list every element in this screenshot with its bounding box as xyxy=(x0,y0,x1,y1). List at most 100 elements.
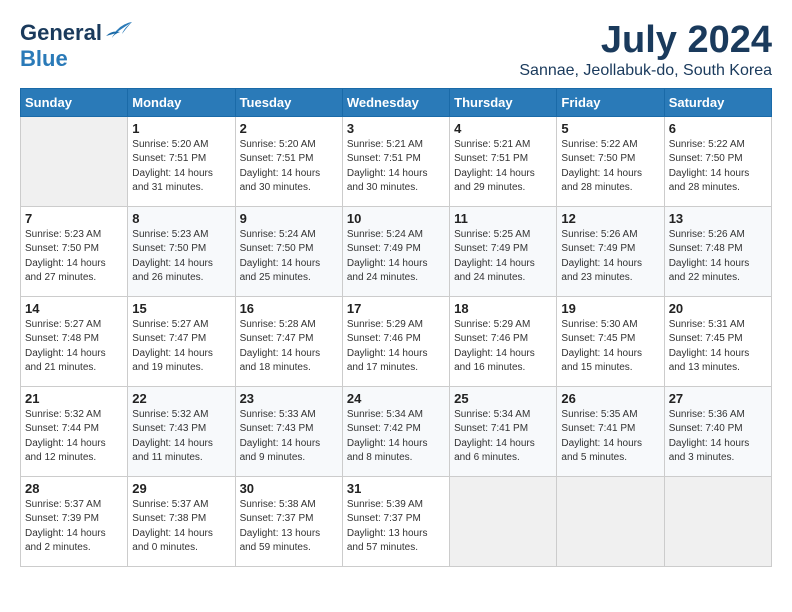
cell-info: Sunrise: 5:26 AMSunset: 7:49 PMDaylight:… xyxy=(561,228,659,286)
cell-info: Sunrise: 5:33 AMSunset: 7:43 PMDaylight:… xyxy=(240,408,338,466)
calendar-cell: 27Sunrise: 5:36 AMSunset: 7:40 PMDayligh… xyxy=(664,386,771,476)
calendar-cell: 12 Sunrise: 5:26 AMSunset: 7:49 PMDayligh… xyxy=(557,206,664,296)
day-number: 26 xyxy=(561,391,659,406)
day-number: 17 xyxy=(347,301,445,316)
cell-info: Sunrise: 5:32 AMSunset: 7:44 PMDaylight:… xyxy=(25,408,123,466)
location-title: Sannae, Jeollabuk-do, South Korea xyxy=(519,62,772,80)
calendar-cell: 18 Sunrise: 5:29 AMSunset: 7:46 PMDayligh… xyxy=(450,296,557,386)
cell-info: Sunrise: 5:27 AMSunset: 7:47 PMDaylight:… xyxy=(132,318,230,376)
cell-info: Sunrise: 5:30 AMSunset: 7:45 PMDaylight:… xyxy=(561,318,659,376)
day-number: 29 xyxy=(132,481,230,496)
calendar-cell: 28Sunrise: 5:37 AMSunset: 7:39 PMDayligh… xyxy=(21,476,128,566)
calendar-cell: 24 Sunrise: 5:34 AMSunset: 7:42 PMDayligh… xyxy=(342,386,449,476)
calendar-cell: 25Sunrise: 5:34 AMSunset: 7:41 PMDayligh… xyxy=(450,386,557,476)
day-number: 15 xyxy=(132,301,230,316)
cell-info: Sunrise: 5:31 AMSunset: 7:45 PMDaylight:… xyxy=(669,318,767,376)
calendar-cell xyxy=(450,476,557,566)
calendar-cell: 22Sunrise: 5:32 AMSunset: 7:43 PMDayligh… xyxy=(128,386,235,476)
calendar-cell: 13Sunrise: 5:26 AMSunset: 7:48 PMDayligh… xyxy=(664,206,771,296)
logo-general: General xyxy=(20,20,102,46)
calendar-cell: 14 Sunrise: 5:27 AMSunset: 7:48 PMDayligh… xyxy=(21,296,128,386)
day-number: 7 xyxy=(25,211,123,226)
weekday-header-thursday: Thursday xyxy=(450,88,557,116)
calendar-cell: 29 Sunrise: 5:37 AMSunset: 7:38 PMDayligh… xyxy=(128,476,235,566)
calendar-cell: 9 Sunrise: 5:24 AMSunset: 7:50 PMDaylight… xyxy=(235,206,342,296)
day-number: 9 xyxy=(240,211,338,226)
day-number: 12 xyxy=(561,211,659,226)
calendar-cell xyxy=(21,116,128,206)
cell-info: Sunrise: 5:20 AMSunset: 7:51 PMDaylight:… xyxy=(240,138,338,196)
calendar-cell: 19 Sunrise: 5:30 AMSunset: 7:45 PMDayligh… xyxy=(557,296,664,386)
title-area: July 2024 Sannae, Jeollabuk-do, South Ko… xyxy=(519,20,772,80)
cell-info: Sunrise: 5:24 AMSunset: 7:49 PMDaylight:… xyxy=(347,228,445,286)
weekday-header-wednesday: Wednesday xyxy=(342,88,449,116)
cell-info: Sunrise: 5:24 AMSunset: 7:50 PMDaylight:… xyxy=(240,228,338,286)
cell-info: Sunrise: 5:27 AMSunset: 7:48 PMDaylight:… xyxy=(25,318,123,376)
weekday-header-monday: Monday xyxy=(128,88,235,116)
calendar-week-row: 28Sunrise: 5:37 AMSunset: 7:39 PMDayligh… xyxy=(21,476,772,566)
calendar-cell: 4 Sunrise: 5:21 AMSunset: 7:51 PMDaylight… xyxy=(450,116,557,206)
calendar-cell: 2 Sunrise: 5:20 AMSunset: 7:51 PMDaylight… xyxy=(235,116,342,206)
calendar-cell: 16Sunrise: 5:28 AMSunset: 7:47 PMDayligh… xyxy=(235,296,342,386)
cell-info: Sunrise: 5:21 AMSunset: 7:51 PMDaylight:… xyxy=(454,138,552,196)
calendar-cell: 15 Sunrise: 5:27 AMSunset: 7:47 PMDayligh… xyxy=(128,296,235,386)
day-number: 23 xyxy=(240,391,338,406)
cell-info: Sunrise: 5:21 AMSunset: 7:51 PMDaylight:… xyxy=(347,138,445,196)
calendar-week-row: 7 Sunrise: 5:23 AMSunset: 7:50 PMDaylight… xyxy=(21,206,772,296)
calendar-cell: 8 Sunrise: 5:23 AMSunset: 7:50 PMDaylight… xyxy=(128,206,235,296)
day-number: 30 xyxy=(240,481,338,496)
day-number: 24 xyxy=(347,391,445,406)
day-number: 10 xyxy=(347,211,445,226)
cell-info: Sunrise: 5:34 AMSunset: 7:41 PMDaylight:… xyxy=(454,408,552,466)
calendar-cell xyxy=(664,476,771,566)
calendar-table: SundayMondayTuesdayWednesdayThursdayFrid… xyxy=(20,88,772,567)
calendar-cell xyxy=(557,476,664,566)
cell-info: Sunrise: 5:35 AMSunset: 7:41 PMDaylight:… xyxy=(561,408,659,466)
day-number: 3 xyxy=(347,121,445,136)
calendar-cell: 26 Sunrise: 5:35 AMSunset: 7:41 PMDayligh… xyxy=(557,386,664,476)
calendar-cell: 21 Sunrise: 5:32 AMSunset: 7:44 PMDayligh… xyxy=(21,386,128,476)
calendar-week-row: 21 Sunrise: 5:32 AMSunset: 7:44 PMDayligh… xyxy=(21,386,772,476)
logo-bird-icon xyxy=(106,20,132,42)
day-number: 8 xyxy=(132,211,230,226)
calendar-cell: 20 Sunrise: 5:31 AMSunset: 7:45 PMDayligh… xyxy=(664,296,771,386)
cell-info: Sunrise: 5:34 AMSunset: 7:42 PMDaylight:… xyxy=(347,408,445,466)
cell-info: Sunrise: 5:22 AMSunset: 7:50 PMDaylight:… xyxy=(561,138,659,196)
weekday-header-sunday: Sunday xyxy=(21,88,128,116)
logo-blue: Blue xyxy=(20,46,68,71)
day-number: 21 xyxy=(25,391,123,406)
day-number: 14 xyxy=(25,301,123,316)
calendar-cell: 3 Sunrise: 5:21 AMSunset: 7:51 PMDaylight… xyxy=(342,116,449,206)
weekday-header-tuesday: Tuesday xyxy=(235,88,342,116)
header: General Blue July 2024 Sannae, Jeollabuk… xyxy=(20,20,772,80)
weekday-header-saturday: Saturday xyxy=(664,88,771,116)
cell-info: Sunrise: 5:20 AMSunset: 7:51 PMDaylight:… xyxy=(132,138,230,196)
day-number: 28 xyxy=(25,481,123,496)
weekday-header-friday: Friday xyxy=(557,88,664,116)
calendar-week-row: 1 Sunrise: 5:20 AMSunset: 7:51 PMDaylight… xyxy=(21,116,772,206)
calendar-cell: 6Sunrise: 5:22 AMSunset: 7:50 PMDaylight… xyxy=(664,116,771,206)
day-number: 22 xyxy=(132,391,230,406)
day-number: 19 xyxy=(561,301,659,316)
month-title: July 2024 xyxy=(519,20,772,62)
calendar-cell: 23 Sunrise: 5:33 AMSunset: 7:43 PMDayligh… xyxy=(235,386,342,476)
day-number: 11 xyxy=(454,211,552,226)
day-number: 18 xyxy=(454,301,552,316)
calendar-cell: 17Sunrise: 5:29 AMSunset: 7:46 PMDayligh… xyxy=(342,296,449,386)
cell-info: Sunrise: 5:23 AMSunset: 7:50 PMDaylight:… xyxy=(132,228,230,286)
day-number: 20 xyxy=(669,301,767,316)
cell-info: Sunrise: 5:37 AMSunset: 7:38 PMDaylight:… xyxy=(132,498,230,556)
day-number: 27 xyxy=(669,391,767,406)
day-number: 31 xyxy=(347,481,445,496)
day-number: 4 xyxy=(454,121,552,136)
day-number: 2 xyxy=(240,121,338,136)
cell-info: Sunrise: 5:23 AMSunset: 7:50 PMDaylight:… xyxy=(25,228,123,286)
calendar-cell: 5Sunrise: 5:22 AMSunset: 7:50 PMDaylight… xyxy=(557,116,664,206)
calendar-cell: 30Sunrise: 5:38 AMSunset: 7:37 PMDayligh… xyxy=(235,476,342,566)
day-number: 1 xyxy=(132,121,230,136)
cell-info: Sunrise: 5:25 AMSunset: 7:49 PMDaylight:… xyxy=(454,228,552,286)
cell-info: Sunrise: 5:29 AMSunset: 7:46 PMDaylight:… xyxy=(454,318,552,376)
logo: General Blue xyxy=(20,20,132,72)
calendar-cell: 11 Sunrise: 5:25 AMSunset: 7:49 PMDayligh… xyxy=(450,206,557,296)
calendar-cell: 7 Sunrise: 5:23 AMSunset: 7:50 PMDaylight… xyxy=(21,206,128,296)
